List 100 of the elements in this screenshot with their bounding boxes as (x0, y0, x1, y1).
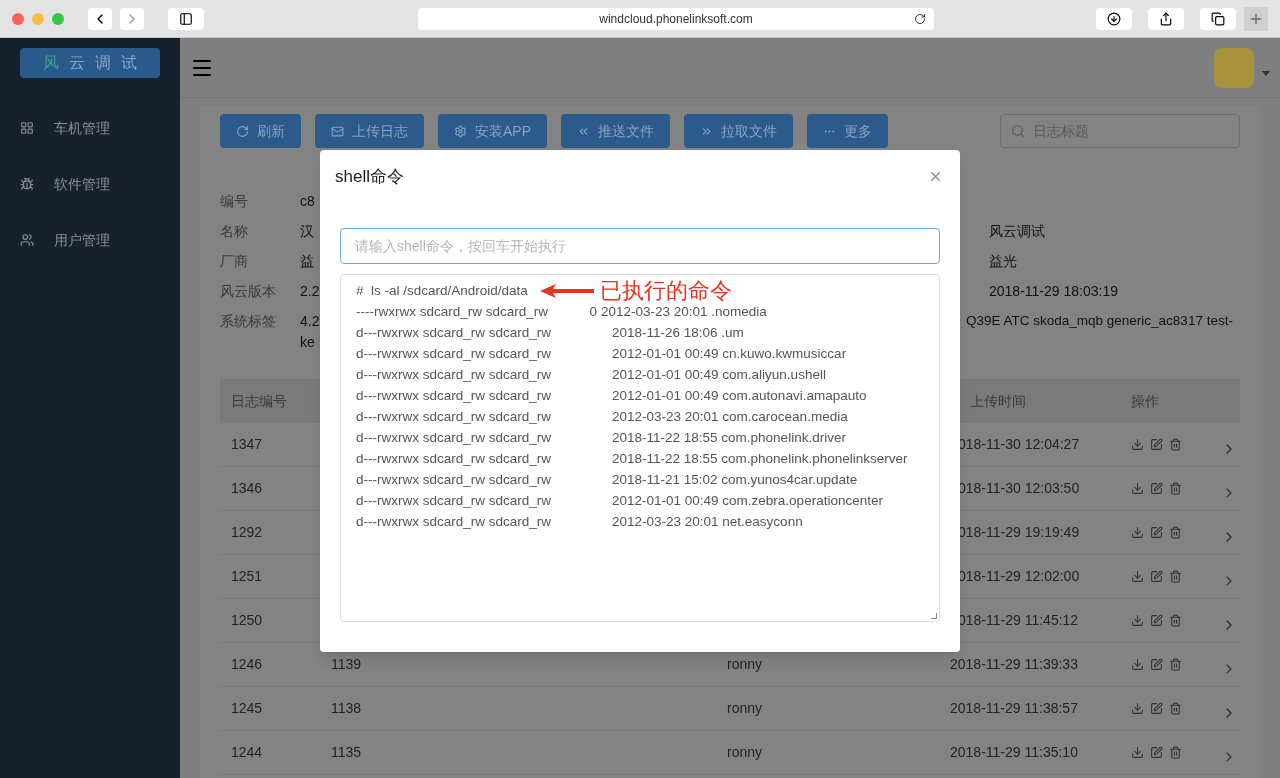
output-line: d---rwxrwx sdcard_rw sdcard_rw (356, 344, 553, 363)
info-label: 系统标签 (220, 312, 277, 331)
sidebar-item[interactable]: 软件管理 (0, 156, 180, 212)
sidebar-item[interactable]: 车机管理 (0, 100, 180, 156)
table-cell: ronny (727, 656, 763, 672)
logo[interactable]: 风 云 调 试 (20, 48, 160, 78)
output-line: d---rwxrwx sdcard_rw sdcard_rw (356, 470, 553, 489)
download-icon[interactable] (1131, 482, 1144, 495)
reload-icon[interactable] (914, 12, 926, 25)
download-icon[interactable] (1131, 614, 1144, 627)
download-icon[interactable] (1131, 746, 1144, 759)
trash-icon[interactable] (1169, 746, 1182, 759)
output-line: 2012-03-23 20:01 .nomedia (601, 302, 767, 321)
resize-handle-icon[interactable] (931, 612, 937, 619)
output-line: 2018-11-22 18:55 com.phonelink.phonelinkserver (612, 449, 908, 468)
annotation-text: 已执行的命令 (599, 280, 732, 302)
table-cell-text: 018-11-29 12:02:00 (957, 568, 1080, 584)
info-label: 名称 (220, 222, 249, 241)
output-line: d---rwxrwx sdcard_rw sdcard_rw (356, 449, 553, 468)
download-icon (1107, 11, 1121, 26)
output-line: d---rwxrwx sdcard_rw sdcard_rw (356, 407, 553, 426)
edit-icon[interactable] (1150, 570, 1163, 583)
users-icon (20, 233, 34, 247)
edit-icon[interactable] (1150, 702, 1163, 715)
trash-icon[interactable] (1169, 614, 1182, 627)
table-row[interactable]: 1244 1135 ronny 2018-11-29 11:35:10 (220, 731, 1240, 775)
table-cell: 2018-11-29 11:35:10 (950, 744, 1078, 760)
table-cell-text: 1246 (230, 655, 264, 674)
share-button[interactable] (1148, 7, 1184, 30)
close-window-icon[interactable] (12, 12, 24, 25)
column-header: 操作 (1131, 391, 1159, 411)
toolbar-button[interactable]: 刷新 (220, 114, 301, 148)
info-value: 2018-11-29 18:03:19 (989, 282, 1118, 301)
toolbar-button[interactable]: 更多 (807, 114, 888, 148)
info-value: 益 (300, 252, 315, 271)
grid-icon (20, 121, 34, 135)
table-cell-text: 018-11-29 19:19:49 (957, 524, 1080, 540)
url-text: windcloud.phonelinksoft.com (599, 10, 753, 28)
info-value: 2.2 (300, 282, 320, 301)
table-row[interactable]: 1245 1138 ronny 2018-11-29 11:38:57 (220, 687, 1240, 731)
back-button[interactable] (88, 7, 112, 30)
table-cell: 1139 (331, 656, 362, 672)
output-line: 2012-01-01 00:49 com.autonavi.amapauto (612, 386, 867, 405)
refresh-icon (236, 124, 249, 138)
output-line: 2012-01-01 00:49 com.zebra.operationcenter (612, 491, 883, 510)
info-value: 4.2 (300, 312, 320, 331)
edit-icon[interactable] (1150, 438, 1163, 451)
arrow-icon (539, 284, 594, 298)
column-header: 日志编号 (231, 392, 287, 409)
edit-icon[interactable] (1150, 746, 1163, 759)
dialog-title: shell命令 (335, 166, 404, 188)
trash-icon[interactable] (1169, 658, 1182, 671)
toolbar-button[interactable]: 安装APP (438, 114, 547, 148)
output-line: 2018-11-22 18:55 com.phonelink.driver (612, 428, 846, 447)
download-icon[interactable] (1131, 526, 1144, 539)
output-line: 2012-03-23 20:01 com.carocean.media (612, 407, 848, 426)
trash-icon[interactable] (1169, 702, 1182, 715)
toolbar-button[interactable]: 推送文件 (561, 114, 670, 148)
download-icon[interactable] (1131, 570, 1144, 583)
info-value: 汉 (300, 222, 315, 241)
trash-icon[interactable] (1169, 570, 1182, 583)
share-icon (1159, 11, 1173, 26)
toolbar-button[interactable]: 上传日志 (315, 114, 424, 148)
table-cell-text: 1251 (230, 567, 264, 586)
download-icon[interactable] (1131, 438, 1144, 451)
caret-icon[interactable] (1262, 71, 1270, 76)
toolbar-button[interactable]: 拉取文件 (684, 114, 793, 148)
command-field[interactable]: 请输入shell命令，按回车开始执行 (340, 227, 940, 264)
download-button[interactable] (1096, 7, 1132, 30)
table-cell: 1135 (331, 744, 362, 760)
output-line: d---rwxrwx sdcard_rw sdcard_rw (356, 428, 553, 447)
trash-icon[interactable] (1169, 526, 1182, 539)
info-value: 益光 (989, 252, 1017, 271)
table-cell-text: 1244 (230, 743, 264, 762)
info-label: 编号 (220, 192, 249, 211)
download-icon[interactable] (1131, 658, 1144, 671)
output-line: d---rwxrwx sdcard_rw sdcard_rw (356, 491, 553, 510)
trash-icon[interactable] (1169, 482, 1182, 495)
info-label: 风云版本 (220, 282, 277, 301)
table-cell-text: 1347 (230, 435, 264, 454)
bug-icon (20, 177, 34, 191)
output-line: d---rwxrwx sdcard_rw sdcard_rw (356, 323, 553, 342)
envelope-icon (331, 124, 344, 138)
output-line: 2018-11-26 18:06 .um (612, 323, 744, 342)
address-field[interactable]: windcloud.phonelinksoft.com (418, 7, 934, 30)
table-cell-text: 1250 (230, 611, 264, 630)
edit-icon[interactable] (1150, 526, 1163, 539)
new-tab-button[interactable] (1244, 6, 1268, 31)
sidebar-icon (179, 11, 193, 26)
sidebar-item[interactable]: 用户管理 (0, 212, 180, 268)
edit-icon[interactable] (1150, 658, 1163, 671)
output-line: 2018-11-21 15:02 com.yunos4car.update (612, 470, 858, 489)
table-cell-text: 1245 (230, 699, 264, 718)
trash-icon[interactable] (1169, 438, 1182, 451)
sidebar-toggle-button[interactable] (168, 7, 204, 30)
output-line: 2012-03-23 20:01 net.easyconn (612, 512, 803, 531)
tabs-button[interactable] (1200, 7, 1236, 30)
edit-icon[interactable] (1150, 614, 1163, 627)
download-icon[interactable] (1131, 702, 1144, 715)
edit-icon[interactable] (1150, 482, 1163, 495)
